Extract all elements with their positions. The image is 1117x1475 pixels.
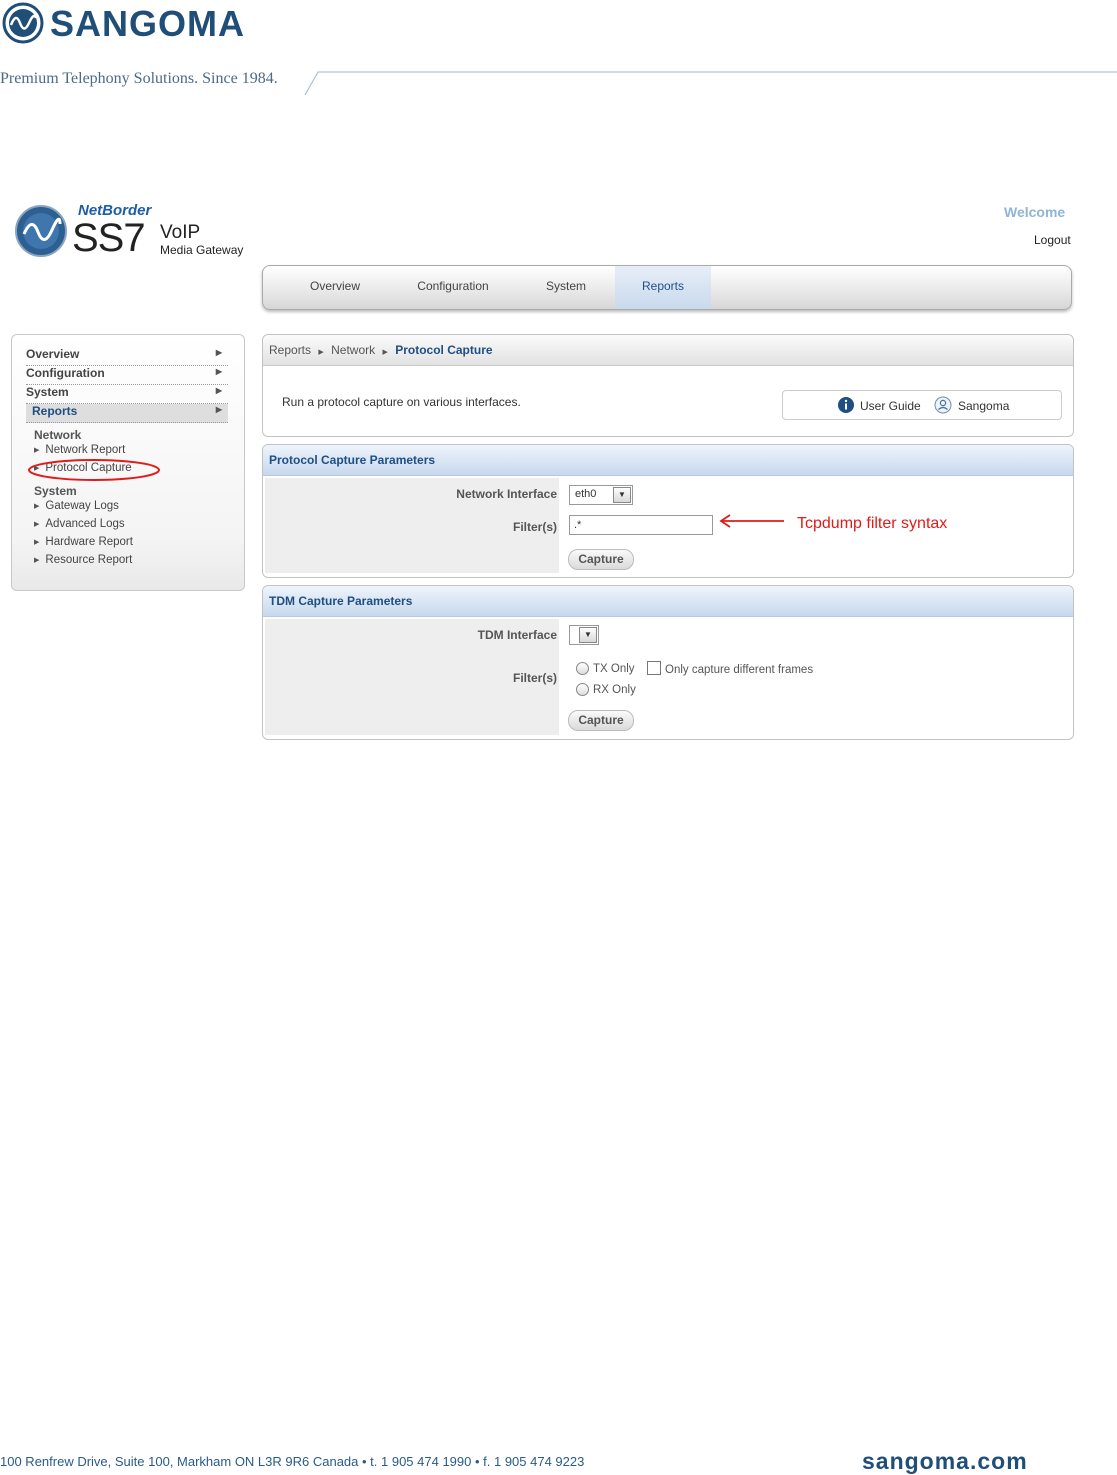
network-interface-label: Network Interface <box>456 487 557 501</box>
chevron-right-icon: ▶ <box>382 349 388 356</box>
sangoma-logo-icon <box>2 2 44 44</box>
breadcrumb-current: Protocol Capture <box>395 343 493 357</box>
sidebar-item-label: Overview <box>26 347 80 361</box>
sidebar-link-advanced-logs[interactable]: ▶ Advanced Logs <box>34 518 125 530</box>
different-frames-checkbox[interactable] <box>647 661 661 675</box>
chevron-right-icon: ▶ <box>318 349 324 356</box>
select-value: eth0 <box>575 488 597 500</box>
triangle-right-icon: ▶ <box>34 557 40 564</box>
sidebar-item-configuration[interactable]: Configuration ▶ <box>26 366 228 385</box>
network-interface-select[interactable]: eth0 ▼ <box>569 485 633 505</box>
sidebar-heading-system: System <box>34 484 77 498</box>
triangle-right-icon: ▶ <box>34 539 40 546</box>
different-frames-label: Only capture different frames <box>665 664 814 676</box>
sidebar-item-label: Configuration <box>26 366 105 380</box>
sidebar-item-overview[interactable]: Overview ▶ <box>26 347 228 366</box>
nav-tab-system[interactable]: System <box>521 266 611 309</box>
chevron-right-icon: ▶ <box>215 405 222 414</box>
user-icon <box>934 396 952 414</box>
triangle-right-icon: ▶ <box>34 447 40 454</box>
user-guide-link[interactable]: User Guide <box>860 399 921 413</box>
media-gateway-text: Media Gateway <box>160 243 244 257</box>
breadcrumb: Reports ▶ Network ▶ Protocol Capture <box>263 335 1073 366</box>
sidebar-item-label: Reports <box>32 404 78 418</box>
sidebar-link-label: Advanced Logs <box>45 518 125 530</box>
sidebar-link-label: Gateway Logs <box>45 500 119 512</box>
footer-address: 100 Renfrew Drive, Suite 100, Markham ON… <box>0 1454 585 1469</box>
filter-input[interactable]: .* <box>569 515 713 535</box>
sidebar-link-gateway-logs[interactable]: ▶ Gateway Logs <box>34 500 119 512</box>
filter-label: Filter(s) <box>512 520 557 534</box>
sidebar-link-label: Resource Report <box>45 554 133 566</box>
tdm-interface-select[interactable]: ▼ <box>569 625 599 645</box>
dropdown-arrow-icon: ▼ <box>579 627 597 643</box>
sidebar-heading-network: Network <box>34 428 82 442</box>
sidebar-link-network-report[interactable]: ▶ Network Report <box>34 444 125 456</box>
tdm-capture-panel: TDM Capture Parameters TDM Interface ▼ F… <box>262 585 1074 740</box>
tx-only-label: TX Only <box>593 663 635 675</box>
breadcrumb-network[interactable]: Network <box>331 343 375 357</box>
help-links-box: User Guide Sangoma <box>782 390 1062 420</box>
netborder-ss7-logo: NetBorder SS7 VoIP Media Gateway <box>12 200 252 262</box>
highlight-ellipse <box>28 459 160 481</box>
info-icon <box>838 397 854 413</box>
nav-tab-reports[interactable]: Reports <box>615 266 711 309</box>
footer-website: sangoma.com <box>862 1448 1028 1474</box>
nav-tab-overview[interactable]: Overview <box>285 266 385 309</box>
tx-only-radio[interactable] <box>576 662 589 675</box>
voip-text: VoIP <box>160 222 201 243</box>
logout-link[interactable]: Logout <box>1034 233 1071 247</box>
tagline: Premium Telephony Solutions. Since 1984. <box>0 70 278 87</box>
sidebar-item-system[interactable]: System ▶ <box>26 385 228 404</box>
sidebar-link-hardware-report[interactable]: ▶ Hardware Report <box>34 536 133 548</box>
sidebar-link-label: Network Report <box>45 444 126 456</box>
welcome-text: Welcome <box>1004 204 1066 220</box>
nav-tab-configuration[interactable]: Configuration <box>395 266 511 309</box>
sidebar-link-label: Hardware Report <box>45 536 133 548</box>
chevron-right-icon: ▶ <box>215 348 222 357</box>
sidebar-link-resource-report[interactable]: ▶ Resource Report <box>34 554 132 566</box>
triangle-right-icon: ▶ <box>34 503 40 510</box>
capture-button[interactable]: Capture <box>568 549 634 570</box>
rx-only-radio[interactable] <box>576 683 589 696</box>
panel-title: Protocol Capture Parameters <box>263 445 1073 476</box>
triangle-right-icon: ▶ <box>34 521 40 528</box>
annotation-text: Tcpdump filter syntax <box>797 515 948 532</box>
capture-button[interactable]: Capture <box>568 710 634 731</box>
top-nav-bar: Overview Configuration System Reports <box>262 265 1072 310</box>
panel-title: TDM Capture Parameters <box>263 586 1073 617</box>
sangoma-link[interactable]: Sangoma <box>958 399 1009 413</box>
sidebar-item-label: System <box>26 385 69 399</box>
annotation-arrow-icon <box>719 514 784 528</box>
intro-panel: Reports ▶ Network ▶ Protocol Capture Run… <box>262 334 1074 437</box>
ss7-text: SS7 <box>72 216 146 260</box>
breadcrumb-reports[interactable]: Reports <box>269 343 311 357</box>
chevron-right-icon: ▶ <box>215 367 222 376</box>
sangoma-doc-logo: SANGOMA <box>0 0 300 50</box>
dropdown-arrow-icon: ▼ <box>613 487 631 503</box>
rx-only-label: RX Only <box>593 684 636 696</box>
chevron-right-icon: ▶ <box>215 386 222 395</box>
page-description: Run a protocol capture on various interf… <box>282 395 521 409</box>
filter-label: Filter(s) <box>512 671 557 685</box>
netborder-logo-icon <box>15 205 67 257</box>
sangoma-wordmark: SANGOMA <box>50 3 245 44</box>
sidebar: Overview ▶ Configuration ▶ System ▶ Repo… <box>11 334 245 591</box>
protocol-capture-panel: Protocol Capture Parameters Network Inte… <box>262 444 1074 578</box>
sidebar-item-reports[interactable]: Reports ▶ <box>26 404 228 423</box>
tdm-interface-label: TDM Interface <box>477 628 557 642</box>
